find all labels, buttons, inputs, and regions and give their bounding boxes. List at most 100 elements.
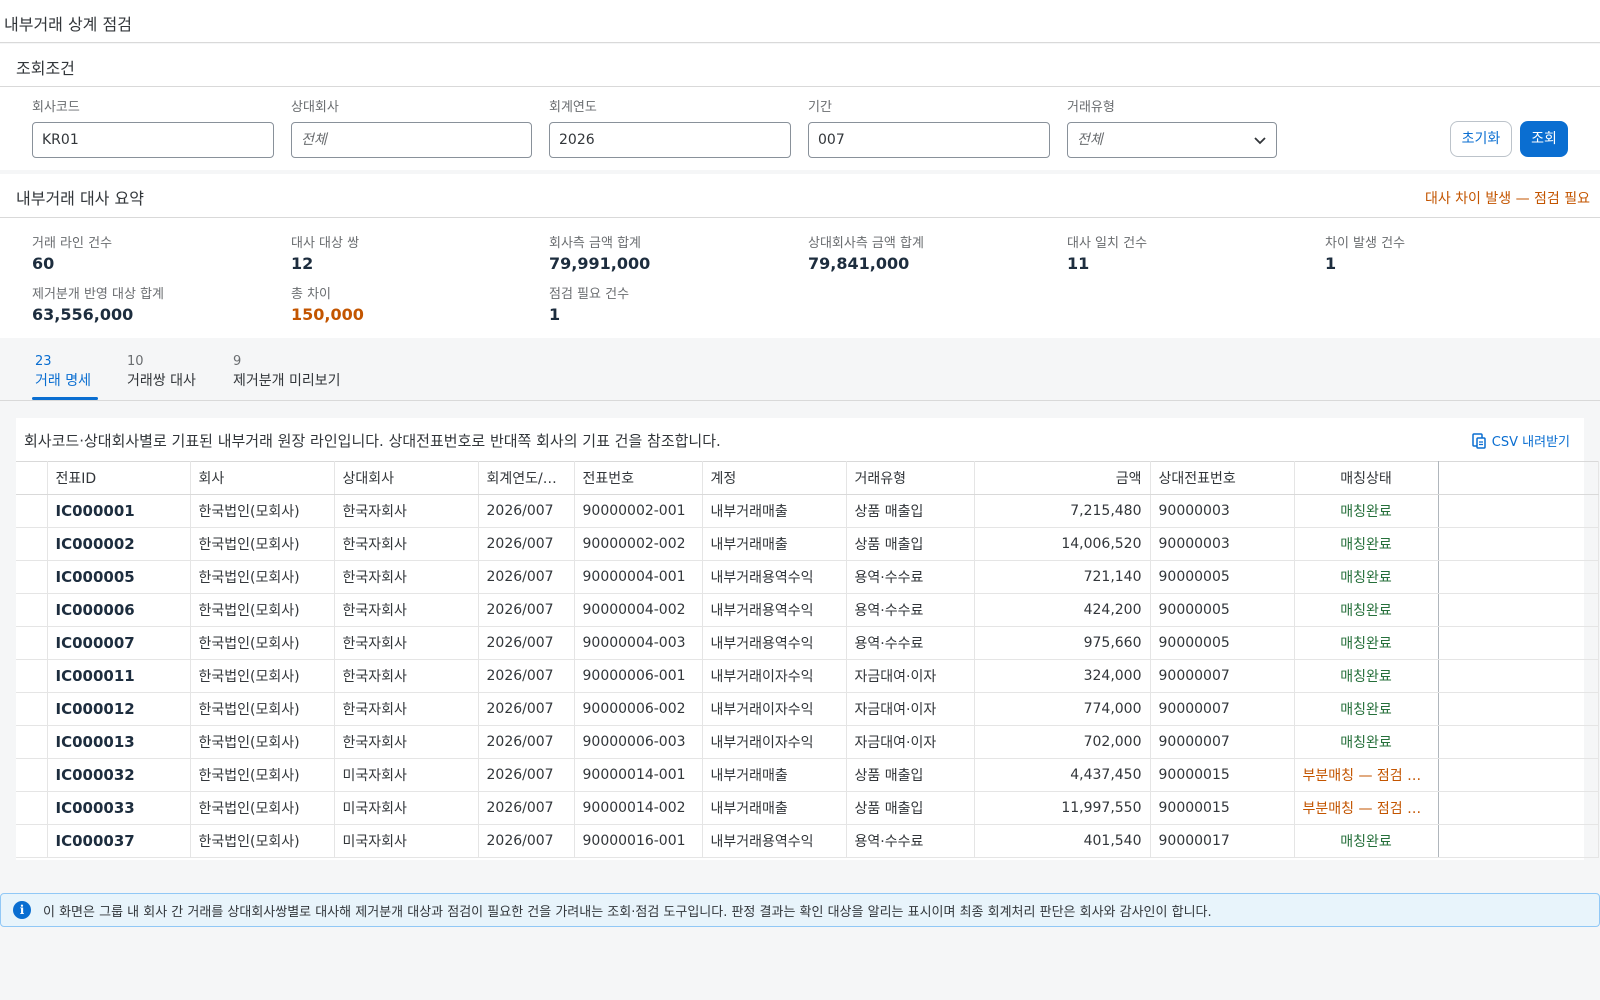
row-select-cell[interactable]	[16, 791, 48, 825]
row-select-header	[16, 461, 48, 495]
cell-company: 한국법인(모회사)	[190, 659, 335, 693]
tab-label: 거래 명세	[35, 373, 91, 389]
cell-fiscal-period: 2026/007	[478, 824, 575, 858]
csv-download-button[interactable]: CSV 내려받기	[1470, 431, 1570, 450]
cell-company: 한국법인(모회사)	[190, 758, 335, 792]
row-select-cell[interactable]	[16, 659, 48, 693]
tab-elimination-preview[interactable]: 9 제거분개 미리보기	[233, 354, 341, 390]
cell-counter-document: 90000003	[1150, 494, 1295, 528]
cell-transaction-type: 자금대여·이자	[846, 692, 975, 726]
cell-counterparty: 한국자회사	[334, 725, 479, 759]
cell-amount: 424,200	[974, 593, 1151, 627]
table-row[interactable]: IC000011 한국법인(모회사) 한국자회사 2026/007 90000006-0…	[16, 659, 1599, 693]
column-header-match-status[interactable]: 매칭상태	[1294, 461, 1439, 495]
filler-cell	[1438, 626, 1599, 660]
table-row[interactable]: IC000006 한국법인(모회사) 한국자회사 2026/007 90000004-0…	[16, 593, 1599, 627]
row-select-cell[interactable]	[16, 494, 48, 528]
row-select-cell[interactable]	[16, 725, 48, 759]
filler-cell	[1438, 494, 1599, 528]
cell-company: 한국법인(모회사)	[190, 692, 335, 726]
cell-counter-document: 90000005	[1150, 560, 1295, 594]
row-select-cell[interactable]	[16, 692, 48, 726]
cell-account: 내부거래이자수익	[702, 725, 847, 759]
summary-panel-title: 내부거래 대사 요약	[16, 189, 144, 208]
cell-company: 한국법인(모회사)	[190, 527, 335, 561]
cell-match-status: 매칭완료	[1294, 560, 1439, 594]
tab-pair-reconciliation[interactable]: 10 거래쌍 대사	[127, 354, 196, 390]
row-select-cell[interactable]	[16, 593, 48, 627]
cell-counter-document: 90000003	[1150, 527, 1295, 561]
period-label: 기간	[808, 100, 832, 115]
tab-label: 제거분개 미리보기	[233, 373, 341, 389]
column-header-fiscal-period[interactable]: 회계연도/기간	[478, 461, 575, 495]
period-input[interactable]: 007	[808, 122, 1050, 158]
column-header-company[interactable]: 회사	[190, 461, 335, 495]
table-row[interactable]: IC000013 한국법인(모회사) 한국자회사 2026/007 90000006-0…	[16, 725, 1599, 759]
kpi-label-line-count: 거래 라인 건수	[32, 236, 113, 251]
column-header-counterparty[interactable]: 상대회사	[334, 461, 479, 495]
table-row[interactable]: IC000001 한국법인(모회사) 한국자회사 2026/007 90000002-0…	[16, 494, 1599, 528]
cell-fiscal-period: 2026/007	[478, 725, 575, 759]
table-row[interactable]: IC000005 한국법인(모회사) 한국자회사 2026/007 90000004-0…	[16, 560, 1599, 594]
cell-company: 한국법인(모회사)	[190, 494, 335, 528]
tab-transaction-detail[interactable]: 23 거래 명세	[35, 354, 91, 390]
table-description: 회사코드·상대회사별로 기표된 내부거래 원장 라인입니다. 상대전표번호로 반…	[24, 432, 721, 450]
cell-entry-id: IC000033	[47, 791, 191, 825]
cell-account: 내부거래매출	[702, 527, 847, 561]
cell-counterparty: 한국자회사	[334, 692, 479, 726]
fiscal-year-input[interactable]: 2026	[549, 122, 791, 158]
column-header-document-no[interactable]: 전표번호	[574, 461, 703, 495]
table-row[interactable]: IC000012 한국법인(모회사) 한국자회사 2026/007 90000006-0…	[16, 692, 1599, 726]
row-select-cell[interactable]	[16, 560, 48, 594]
row-select-cell[interactable]	[16, 758, 48, 792]
cell-account: 내부거래용역수익	[702, 593, 847, 627]
cell-counterparty: 미국자회사	[334, 824, 479, 858]
cell-fiscal-period: 2026/007	[478, 791, 575, 825]
kpi-value-counterparty-total: 79,841,000	[808, 254, 910, 273]
cell-amount: 975,660	[974, 626, 1151, 660]
cell-company: 한국법인(모회사)	[190, 824, 335, 858]
cell-fiscal-period: 2026/007	[478, 593, 575, 627]
column-header-amount[interactable]: 금액	[974, 461, 1151, 495]
cell-account: 내부거래용역수익	[702, 626, 847, 660]
cell-fiscal-period: 2026/007	[478, 527, 575, 561]
cell-counter-document: 90000005	[1150, 593, 1295, 627]
table-row[interactable]: IC000032 한국법인(모회사) 미국자회사 2026/007 90000014-0…	[16, 758, 1599, 792]
row-select-cell[interactable]	[16, 527, 48, 561]
cell-document-no: 90000006-001	[574, 659, 703, 693]
table-row[interactable]: IC000007 한국법인(모회사) 한국자회사 2026/007 90000004-0…	[16, 626, 1599, 660]
cell-document-no: 90000014-001	[574, 758, 703, 792]
kpi-label-pairs: 대사 대상 쌍	[291, 236, 360, 251]
cell-entry-id: IC000006	[47, 593, 191, 627]
kpi-label-differences: 차이 발생 건수	[1325, 236, 1406, 251]
table-row[interactable]: IC000002 한국법인(모회사) 한국자회사 2026/007 90000002-0…	[16, 527, 1599, 561]
company-code-input[interactable]: KR01	[32, 122, 274, 158]
cell-company: 한국법인(모회사)	[190, 560, 335, 594]
table-row[interactable]: IC000033 한국법인(모회사) 미국자회사 2026/007 90000014-0…	[16, 791, 1599, 825]
page-title: 내부거래 상계 점검	[4, 15, 132, 34]
counterparty-input[interactable]: 전체	[291, 122, 532, 158]
column-header-account[interactable]: 계정	[702, 461, 847, 495]
cell-transaction-type: 용역·수수료	[846, 626, 975, 660]
tab-label: 거래쌍 대사	[127, 373, 196, 389]
cell-counterparty: 한국자회사	[334, 527, 479, 561]
filler-header	[1438, 461, 1599, 495]
transaction-type-select[interactable]: 전체	[1067, 122, 1277, 158]
row-select-cell[interactable]	[16, 626, 48, 660]
tab-count: 10	[127, 354, 144, 369]
kpi-value-company-total: 79,991,000	[549, 254, 651, 273]
cell-fiscal-period: 2026/007	[478, 626, 575, 660]
filler-cell	[1438, 758, 1599, 792]
column-header-entry-id[interactable]: 전표ID	[47, 461, 191, 495]
cell-company: 한국법인(모회사)	[190, 626, 335, 660]
cell-amount: 11,997,550	[974, 791, 1151, 825]
column-header-transaction-type[interactable]: 거래유형	[846, 461, 975, 495]
cell-counter-document: 90000007	[1150, 659, 1295, 693]
search-button[interactable]: 조회	[1520, 121, 1568, 157]
reset-button[interactable]: 초기화	[1450, 121, 1512, 157]
table-header-row: 전표ID 회사 상대회사 회계연도/기간 전표번호 계정 거래유형 금액 상대전…	[16, 461, 1599, 495]
column-header-counter-document[interactable]: 상대전표번호	[1150, 461, 1295, 495]
table-row[interactable]: IC000037 한국법인(모회사) 미국자회사 2026/007 90000016-0…	[16, 824, 1599, 858]
cell-match-status: 매칭완료	[1294, 824, 1439, 858]
row-select-cell[interactable]	[16, 824, 48, 858]
